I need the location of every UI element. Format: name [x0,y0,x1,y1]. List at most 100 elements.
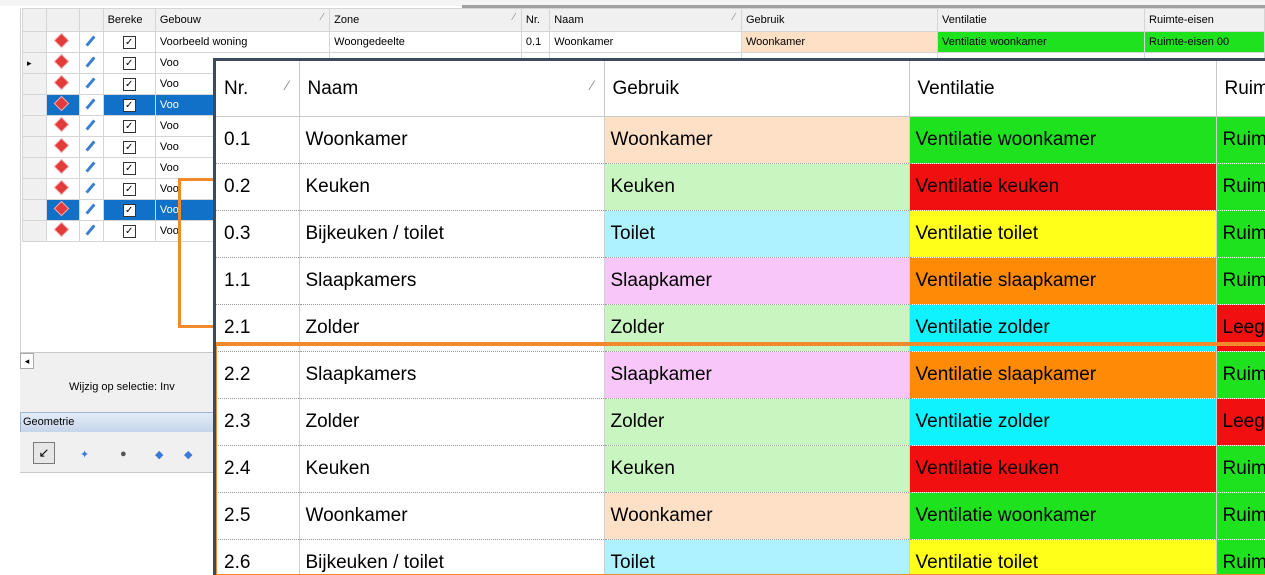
edit-cell[interactable] [78,94,104,116]
bereke-checkbox[interactable]: ✓ [122,77,136,91]
status-cell[interactable] [45,73,80,95]
ruimte-eisen-cell[interactable]: Ruim [1216,116,1265,164]
gebruik-cell[interactable]: Zolder [604,304,910,352]
nr-cell[interactable]: 2.4 [216,445,300,493]
row-header[interactable] [22,94,47,116]
edit-cell[interactable] [78,157,104,179]
row-header[interactable] [22,31,47,53]
bereke-checkbox[interactable]: ✓ [122,98,136,112]
gebruik-cell[interactable]: Woonkamer [604,492,910,540]
edit-cell[interactable] [78,73,104,95]
status-cell[interactable] [45,115,80,137]
zone-cell[interactable]: Woongedeelte [329,31,522,53]
table-row[interactable]: 0.2 Keuken Keuken Ventilatie keuken Ruim [216,163,1265,211]
table-row[interactable]: 2.6 Bijkeuken / toilet Toilet Ventilatie to… [216,539,1265,575]
status-cell[interactable] [45,31,80,53]
zoom-column-header-ruimte[interactable]: Ruim [1216,61,1265,117]
naam-cell[interactable]: Woonkamer [299,116,605,164]
bereke-cell[interactable]: ✓ [102,31,156,53]
nr-cell[interactable]: 0.3 [216,210,300,258]
box-tool-icon[interactable]: ◆ [184,448,192,461]
table-row[interactable]: 1.1 Slaapkamers Slaapkamer Ventilatie slaap… [216,257,1265,305]
bereke-cell[interactable]: ✓ [102,220,156,242]
column-header-status[interactable] [45,8,80,32]
zoom-column-header-naam[interactable]: Naam ⁄ [299,61,605,117]
wijzig-value[interactable]: Inv [160,381,175,393]
gebruik-cell[interactable]: Woonkamer [740,31,939,53]
ventilatie-cell[interactable]: Ventilatie zolder [909,304,1217,352]
gebruik-cell[interactable]: Woonkamer [604,116,910,164]
nr-cell[interactable]: 2.5 [216,492,300,540]
table-row[interactable]: 2.1 Zolder Zolder Ventilatie zolder Leeg [216,304,1265,352]
column-header-edit[interactable] [78,8,104,32]
zoom-column-header-gebruik[interactable]: Gebruik [604,61,910,117]
shape-tool-icon[interactable]: ◆ [155,448,163,461]
gebruik-cell[interactable]: Keuken [604,163,910,211]
bereke-cell[interactable]: ✓ [102,178,156,200]
row-header[interactable] [22,178,47,200]
naam-cell[interactable]: Slaapkamers [299,351,605,399]
edit-cell[interactable] [78,115,104,137]
nr-cell[interactable]: 2.1 [216,304,300,352]
ruimte-eisen-cell[interactable]: Ruim [1216,210,1265,258]
nr-cell[interactable]: 1.1 [216,257,300,305]
edit-cell[interactable] [78,199,104,221]
naam-cell[interactable]: Keuken [299,163,605,211]
column-header-naam[interactable]: Naam ⁄ [549,8,742,32]
geometrie-canvas[interactable] [20,472,220,575]
nr-cell[interactable]: 0.1 [216,116,300,164]
nr-cell[interactable]: 0.2 [216,163,300,211]
gebruik-cell[interactable]: Keuken [604,445,910,493]
bereke-checkbox[interactable]: ✓ [122,203,136,217]
status-cell[interactable] [45,199,80,221]
row-header[interactable] [22,157,47,179]
ruimte-eisen-cell[interactable]: Leeg [1216,304,1265,352]
row-header[interactable] [22,73,47,95]
column-header-gebruik[interactable]: Gebruik [740,8,939,32]
ruimte-eisen-cell[interactable]: Ruim [1216,351,1265,399]
gebruik-cell[interactable]: Zolder [604,398,910,446]
zoom-column-header-nr[interactable]: Nr. ⁄ [216,61,300,117]
zoom-column-header-ventilatie[interactable]: Ventilatie [909,61,1217,117]
naam-cell[interactable]: Bijkeuken / toilet [299,539,605,575]
pin-icon[interactable]: ● [120,448,127,460]
table-row[interactable]: 0.1 Woonkamer Woonkamer Ventilatie woonkame… [216,116,1265,164]
bereke-checkbox[interactable]: ✓ [122,140,136,154]
ventilatie-cell[interactable]: Ventilatie woonkamer [937,31,1146,53]
gebruik-cell[interactable]: Toilet [604,210,910,258]
light-bulb-icon[interactable]: ✦ [80,448,89,461]
edit-cell[interactable] [78,52,104,74]
naam-cell[interactable]: Bijkeuken / toilet [299,210,605,258]
naam-cell[interactable]: Slaapkamers [299,257,605,305]
ventilatie-cell[interactable]: Ventilatie toilet [909,539,1217,575]
ruimte-eisen-cell[interactable]: Ruim [1216,492,1265,540]
nr-cell[interactable]: 2.2 [216,351,300,399]
ventilatie-cell[interactable]: Ventilatie slaapkamer [909,257,1217,305]
table-row[interactable]: 2.5 Woonkamer Woonkamer Ventilatie woonkame… [216,492,1265,540]
status-cell[interactable] [45,136,80,158]
edit-cell[interactable] [78,136,104,158]
ruimte-eisen-cell[interactable]: Leeg [1216,398,1265,446]
ventilatie-cell[interactable]: Ventilatie keuken [909,445,1217,493]
bereke-cell[interactable]: ✓ [102,136,156,158]
column-header-bereke[interactable]: Bereke [102,8,156,32]
ventilatie-cell[interactable]: Ventilatie slaapkamer [909,351,1217,399]
naam-cell[interactable]: Woonkamer [549,31,742,53]
table-row[interactable]: 2.2 Slaapkamers Slaapkamer Ventilatie slaap… [216,351,1265,399]
bereke-checkbox[interactable]: ✓ [122,182,136,196]
naam-cell[interactable]: Keuken [299,445,605,493]
row-header[interactable] [22,199,47,221]
gebouw-cell[interactable]: Voorbeeld woning [154,31,331,53]
ruimte-eisen-cell[interactable]: Ruim [1216,163,1265,211]
naam-cell[interactable]: Woonkamer [299,492,605,540]
ventilatie-cell[interactable]: Ventilatie toilet [909,210,1217,258]
bereke-cell[interactable]: ✓ [102,52,156,74]
ventilatie-cell[interactable]: Ventilatie keuken [909,163,1217,211]
ventilatie-cell[interactable]: Ventilatie zolder [909,398,1217,446]
ruimte-eisen-cell[interactable]: Ruimte-eisen 00 [1144,31,1265,53]
status-cell[interactable] [45,220,80,242]
bereke-checkbox[interactable]: ✓ [122,119,136,133]
column-header-zone[interactable]: Zone ⁄ [329,8,522,32]
status-cell[interactable] [45,178,80,200]
edit-cell[interactable] [78,220,104,242]
